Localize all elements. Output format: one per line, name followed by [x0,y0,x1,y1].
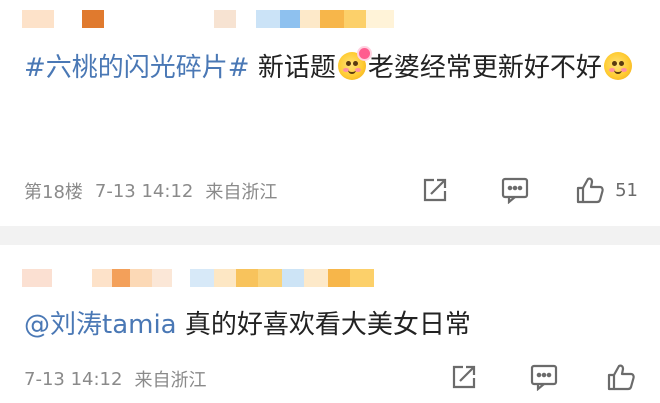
smiley-emoji-icon [603,52,632,80]
comment-separator [0,226,660,245]
timestamp: 7-13 14:12 [94,180,194,202]
comment-text-part: 新话题 [249,53,336,83]
share-button[interactable] [415,172,455,208]
location-label: 来自浙江 [134,370,207,391]
reply-button[interactable] [495,172,535,208]
blurred-username[interactable] [22,10,394,28]
share-button[interactable] [444,359,484,395]
comment-text-part: 真的好喜欢看大美女日常 [176,310,471,340]
comment-icon [501,177,529,204]
like-count: 51 [615,179,638,201]
floor-label: 第18楼 [24,182,83,203]
blurred-username[interactable] [22,269,374,287]
comment-card: #六桃的闪光碎片# 新话题 老婆经常更新好不好 第18楼 7-13 14:12 来… [0,0,660,226]
like-icon [607,364,635,391]
smiley-emoji-icon [337,48,370,80]
comment-meta: 第18楼 7-13 14:12 来自浙江 [24,178,277,204]
comment-actions [444,359,638,395]
comment-actions: 51 [415,172,638,208]
reply-button[interactable] [524,359,564,395]
share-icon [452,365,476,389]
like-button[interactable] [604,359,638,395]
comment-meta: 7-13 14:12 来自浙江 [24,366,206,392]
mention-link[interactable]: @刘涛tamia [24,310,177,340]
share-icon [423,178,447,202]
comment-text: @刘涛tamia 真的好喜欢看大美女日常 [24,303,640,347]
comment-text: #六桃的闪光碎片# 新话题 老婆经常更新好不好 [24,46,640,90]
like-button[interactable]: 51 [575,172,638,208]
like-icon [576,177,604,204]
location-label: 来自浙江 [205,182,278,203]
comment-text-part: 老婆经常更新好不好 [367,53,602,83]
comment-icon [530,364,558,391]
comment-card: @刘涛tamia 真的好喜欢看大美女日常 7-13 14:12 来自浙江 [0,245,660,403]
timestamp: 7-13 14:12 [24,368,123,390]
topic-link[interactable]: #六桃的闪光碎片# [24,53,250,83]
